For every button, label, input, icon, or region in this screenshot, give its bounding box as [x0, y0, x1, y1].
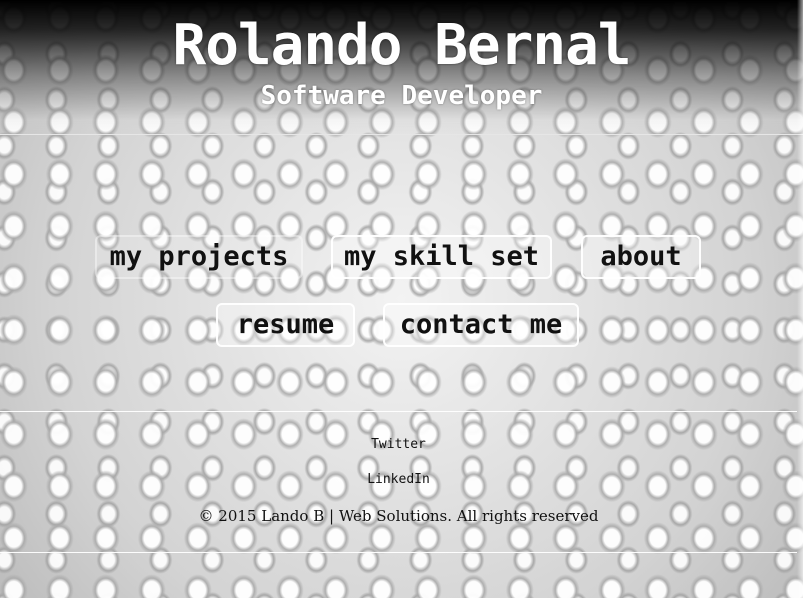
linkedin-link[interactable]: LinkedIn [0, 472, 797, 488]
twitter-link[interactable]: Twitter [0, 437, 797, 453]
nav-my-projects-button[interactable]: my projects [95, 235, 303, 279]
nav-contact-me-button[interactable]: contact me [383, 303, 579, 347]
footer-divider-top [0, 411, 797, 412]
site-header: Rolando Bernal Software Developer [0, 0, 803, 135]
copyright-text: © 2015 Lando B | Web Solutions. All righ… [198, 507, 599, 525]
nav-resume-button[interactable]: resume [216, 303, 355, 347]
site-subtitle: Software Developer [260, 81, 543, 111]
page-edge [797, 0, 803, 598]
footer-divider-bottom [0, 552, 797, 553]
nav-about-button[interactable]: about [581, 235, 701, 279]
nav-my-skill-set-button[interactable]: my skill set [331, 235, 552, 279]
site-title: Rolando Bernal [172, 13, 631, 78]
